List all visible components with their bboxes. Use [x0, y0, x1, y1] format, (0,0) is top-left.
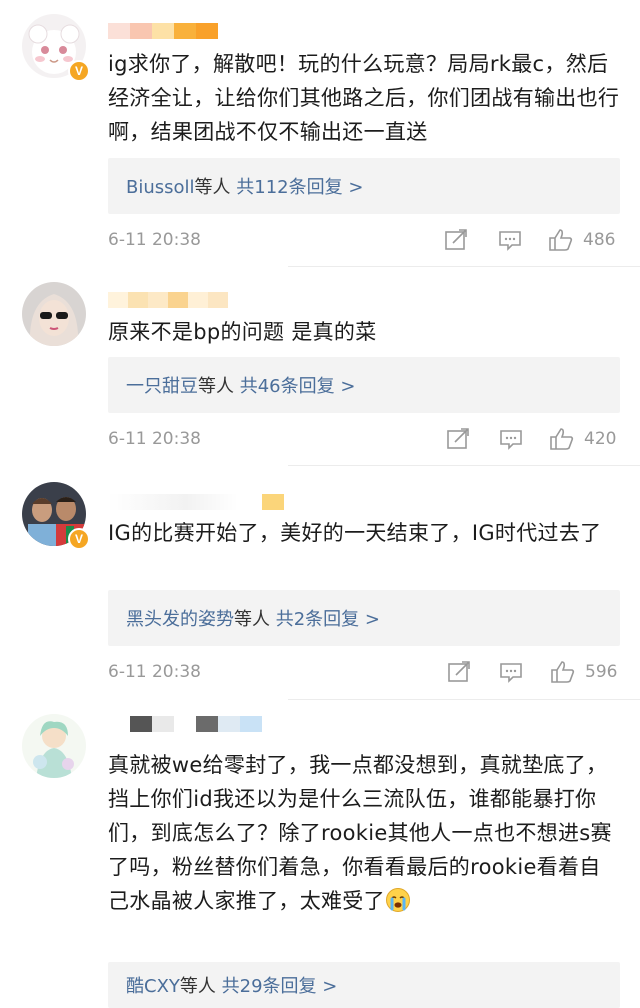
username-redacted[interactable] [108, 716, 262, 734]
comment-meta: 6-11 20:38 486 [108, 228, 620, 252]
divider [288, 465, 640, 466]
reply-count-link[interactable]: 共29条回复 > [222, 976, 338, 997]
like-icon[interactable] [548, 228, 574, 252]
avatar-image [22, 282, 86, 346]
reply-user-link[interactable]: 黑头发的姿势 [126, 609, 234, 630]
reply-summary[interactable]: 一只甜豆等人 共46条回复 > [108, 357, 620, 413]
like-icon[interactable] [550, 660, 576, 684]
reply-user-link[interactable]: Biussoll [126, 177, 195, 198]
avatar[interactable] [22, 282, 86, 346]
comment-card-4: 真就被we给零封了，我一点都没想到，真就垫底了，挡上你们id我还以为是什么三流队… [0, 704, 640, 1008]
like-count: 596 [585, 662, 618, 682]
comment-text: ig求你了，解散吧！玩的什么玩意？局局rk最c，然后经济全让，让给你们其他路之后… [108, 52, 620, 144]
avatar-image [22, 714, 86, 778]
reply-label: 等人 [194, 177, 237, 198]
comment-card-2: 原来不是bp的问题 是真的菜 一只甜豆等人 共46条回复 > 6-11 20:3… [0, 270, 640, 470]
comment-meta: 6-11 20:38 596 [108, 660, 620, 684]
divider [288, 699, 640, 700]
comment-meta: 6-11 20:38 420 [108, 427, 620, 451]
reply-count-link[interactable]: 共2条回复 > [276, 609, 380, 630]
reply-label: 等人 [234, 609, 276, 630]
reply-count-link[interactable]: 共112条回复 > [236, 177, 363, 198]
verified-badge-icon: V [68, 60, 90, 82]
crying-emoji [385, 888, 410, 912]
comment-card-3: V IG的比赛开始了，美好的一天结束了，IG时代过去了 黑头发的姿势等人 共2条… [0, 470, 640, 704]
comment-date: 6-11 20:38 [108, 429, 201, 449]
divider [288, 266, 640, 267]
reply-summary[interactable]: 酷CXY等人 共29条回复 > [108, 962, 620, 1008]
username-redacted[interactable] [108, 494, 284, 512]
share-icon[interactable] [445, 427, 471, 451]
comment-card-1: V ig求你了，解散吧！玩的什么玩意？局局rk最c，然后经济全让，让给你们其他路… [0, 0, 640, 270]
reply-count-link[interactable]: 共46条回复 > [240, 376, 356, 397]
comment-text: IG的比赛开始了，美好的一天结束了，IG时代过去了 [108, 521, 602, 545]
comment-text: 真就被we给零封了，我一点都没想到，真就垫底了，挡上你们id我还以为是什么三流队… [108, 748, 620, 958]
like-count: 486 [583, 230, 616, 250]
comment-icon[interactable] [497, 228, 523, 252]
reply-summary[interactable]: Biussoll等人 共112条回复 > [108, 158, 620, 214]
like-icon[interactable] [549, 427, 575, 451]
comment-icon[interactable] [498, 427, 524, 451]
comment-icon[interactable] [498, 660, 524, 684]
reply-user-link[interactable]: 一只甜豆 [126, 376, 198, 397]
username-redacted[interactable] [108, 292, 228, 310]
comment-date: 6-11 20:38 [108, 230, 201, 250]
comment-text-body: 真就被we给零封了，我一点都没想到，真就垫底了，挡上你们id我还以为是什么三流队… [108, 753, 612, 913]
like-count: 420 [584, 429, 617, 449]
reply-user-link[interactable]: 酷CXY [126, 976, 180, 997]
comment-text: 原来不是bp的问题 是真的菜 [108, 320, 377, 344]
reply-summary[interactable]: 黑头发的姿势等人 共2条回复 > [108, 590, 620, 646]
verified-badge-icon: V [68, 528, 90, 550]
reply-label: 等人 [198, 376, 240, 397]
username-redacted[interactable] [108, 23, 218, 41]
comment-date: 6-11 20:38 [108, 662, 201, 682]
avatar[interactable] [22, 714, 86, 778]
share-icon[interactable] [446, 660, 472, 684]
share-icon[interactable] [443, 228, 469, 252]
reply-label: 等人 [179, 976, 222, 997]
